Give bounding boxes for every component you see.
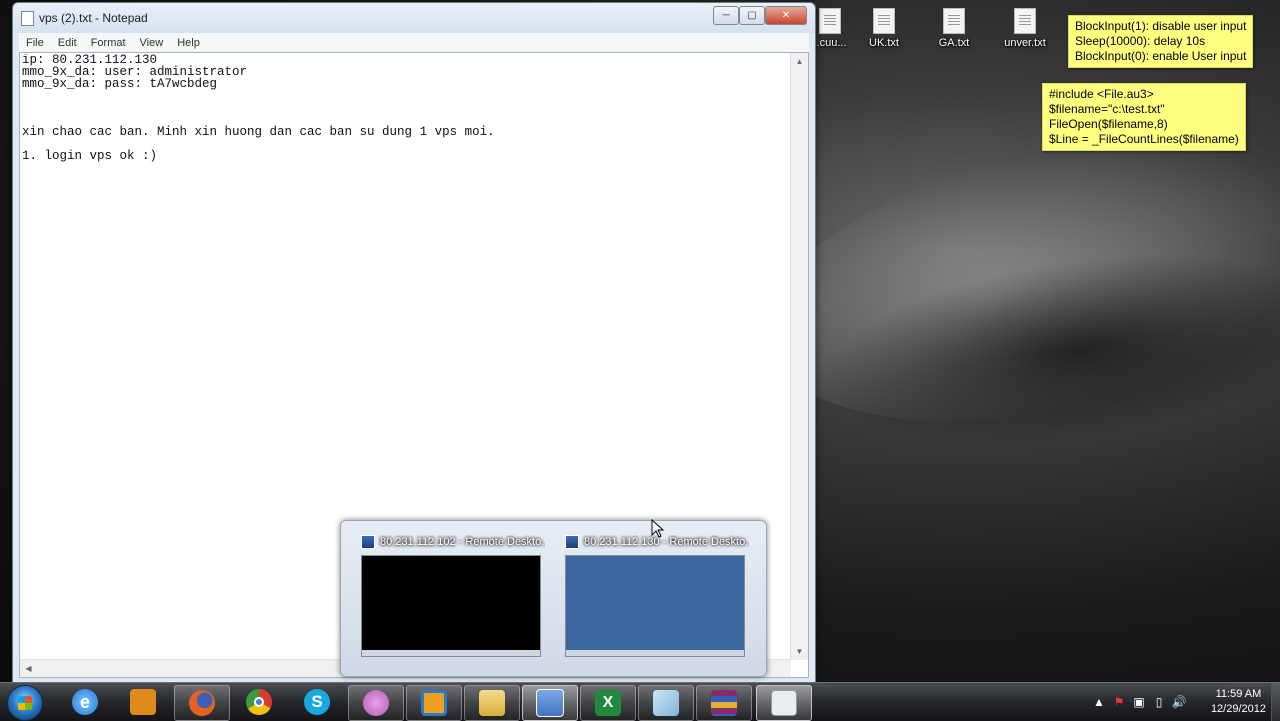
text-line: mmo_9x_da: pass: tA7wcbdeg	[22, 77, 218, 91]
taskbar-ie[interactable]: e	[58, 685, 112, 719]
sticky-line: BlockInput(0): enable User input	[1075, 49, 1247, 63]
minimize-button[interactable]: ─	[713, 6, 739, 25]
scroll-left-icon[interactable]: ◀	[20, 660, 37, 677]
clock-date: 12/29/2012	[1210, 703, 1266, 715]
taskbar-firefox[interactable]	[174, 685, 230, 721]
thumbnail-title: 80.231.112.102 - Remote Deskto...	[357, 535, 545, 549]
taskbar-thumbnail-popup: 80.231.112.102 - Remote Deskto... 80.231…	[340, 520, 767, 677]
menu-view[interactable]: View	[133, 37, 171, 49]
taskbar-notepad[interactable]	[756, 685, 812, 721]
show-desktop-button[interactable]	[1271, 683, 1280, 721]
taskbar-explorer[interactable]	[464, 685, 520, 721]
thumbnail-item[interactable]: 80.231.112.130 - Remote Deskto...	[561, 535, 749, 657]
taskbar-app[interactable]	[406, 685, 462, 721]
taskbar-chrome[interactable]	[232, 685, 286, 719]
file-icon	[819, 8, 841, 34]
notepad-titlebar[interactable]: vps (2).txt - Notepad ─ ▢ ✕	[13, 3, 815, 33]
volume-icon[interactable]: 🔊	[1172, 695, 1187, 709]
sticky-line: Sleep(10000): delay 10s	[1075, 34, 1206, 48]
notepad-icon	[771, 690, 797, 716]
remote-desktop-icon	[536, 689, 564, 717]
close-icon: ✕	[781, 10, 791, 21]
menu-bar: File Edit Format View Help	[19, 33, 809, 53]
thumbnail-title-text: 80.231.112.102 - Remote Deskto...	[380, 536, 545, 548]
remote-desktop-icon	[361, 535, 375, 549]
security-flag-icon[interactable]: ⚑	[1112, 695, 1126, 709]
desktop-icon-label: GA.txt	[938, 37, 970, 49]
menu-format[interactable]: Format	[84, 37, 133, 49]
system-tray: ▲ ⚑ ▣ ▯ 🔊 11:59 AM 12/29/2012	[1080, 683, 1280, 721]
clock[interactable]: 11:59 AM 12/29/2012	[1211, 687, 1266, 717]
vertical-scrollbar[interactable]: ▲ ▼	[790, 53, 808, 660]
folder-icon	[479, 690, 505, 716]
desktop-icon-label: ..cuu...	[813, 37, 847, 49]
text-file-icon	[1014, 8, 1036, 34]
desktop-icon-label: UK.txt	[869, 37, 899, 49]
menu-file[interactable]: File	[19, 37, 51, 49]
desktop-icon-label: unver.txt	[1004, 37, 1046, 49]
thumbnail-title-text: 80.231.112.130 - Remote Deskto...	[584, 536, 749, 548]
text-line: ​	[22, 102, 788, 114]
sticky-line: $Line = _FileCountLines($filename)	[1049, 132, 1239, 146]
media-player-icon	[130, 689, 156, 715]
text-line: xin chao cac ban. Minh xin huong dan cac…	[22, 125, 495, 139]
app-icon	[421, 690, 447, 716]
taskbar-app2[interactable]	[638, 685, 694, 721]
app2-icon	[653, 690, 679, 716]
thumbnail-preview[interactable]	[361, 555, 541, 657]
menu-help[interactable]: Help	[170, 37, 207, 49]
desktop-icon-ga[interactable]: GA.txt	[924, 8, 984, 49]
thumbnail-preview[interactable]	[565, 555, 745, 657]
thumbnail-taskbar	[362, 650, 540, 656]
skype-icon: S	[304, 689, 330, 715]
network-icon[interactable]: ▣	[1132, 695, 1146, 709]
sticky-line: FileOpen($filename,8)	[1049, 117, 1168, 131]
close-button[interactable]: ✕	[765, 6, 807, 25]
remote-desktop-icon	[565, 535, 579, 549]
chrome-icon	[246, 689, 272, 715]
notepad-app-icon	[21, 11, 34, 26]
taskbar-excel[interactable]: X	[580, 685, 636, 721]
sticky-line: BlockInput(1): disable user input	[1075, 19, 1247, 33]
scroll-up-icon[interactable]: ▲	[791, 53, 808, 70]
mouse-cursor-icon	[651, 519, 665, 538]
maximize-button[interactable]: ▢	[739, 6, 765, 25]
text-line: 1. login vps ok :)	[22, 149, 158, 163]
taskbar-winrar[interactable]	[696, 685, 752, 721]
taskbar-remote-desktop[interactable]	[522, 685, 578, 721]
start-button[interactable]	[7, 685, 43, 721]
firefox-icon	[189, 690, 215, 716]
taskbar-media-player[interactable]	[116, 685, 170, 719]
taskbar: e S X ▲ ⚑ ▣ ▯ 🔊 11:59 AM 12/29/2012	[0, 682, 1280, 721]
window-title: vps (2).txt - Notepad	[39, 11, 148, 25]
minimize-icon: ─	[722, 10, 730, 21]
sticky-line: $filename="c:\test.txt"	[1049, 102, 1165, 116]
maximize-icon: ▢	[747, 10, 757, 21]
desktop-icon-uk[interactable]: UK.txt	[854, 8, 914, 49]
sticky-line: #include <File.au3>	[1049, 87, 1154, 101]
sticky-note-fileopen[interactable]: #include <File.au3> $filename="c:\test.t…	[1042, 83, 1246, 151]
text-file-icon	[943, 8, 965, 34]
text-file-icon	[873, 8, 895, 34]
excel-icon: X	[595, 690, 621, 716]
messenger-icon	[363, 690, 389, 716]
menu-edit[interactable]: Edit	[51, 37, 84, 49]
clock-time: 11:59 AM	[1215, 688, 1262, 700]
internet-explorer-icon: e	[72, 689, 98, 715]
winrar-icon	[711, 690, 737, 716]
desktop-icon-unver[interactable]: unver.txt	[995, 8, 1055, 49]
thumbnail-taskbar	[566, 650, 744, 656]
taskbar-messenger[interactable]	[348, 685, 404, 721]
scroll-down-icon[interactable]: ▼	[791, 643, 808, 660]
power-icon[interactable]: ▯	[1152, 695, 1166, 709]
sticky-note-blockinput[interactable]: BlockInput(1): disable user input Sleep(…	[1068, 15, 1254, 68]
text-line: ​	[22, 90, 788, 102]
show-hidden-icons-icon[interactable]: ▲	[1092, 695, 1106, 709]
taskbar-skype[interactable]: S	[290, 685, 344, 719]
thumbnail-item[interactable]: 80.231.112.102 - Remote Deskto...	[357, 535, 545, 657]
